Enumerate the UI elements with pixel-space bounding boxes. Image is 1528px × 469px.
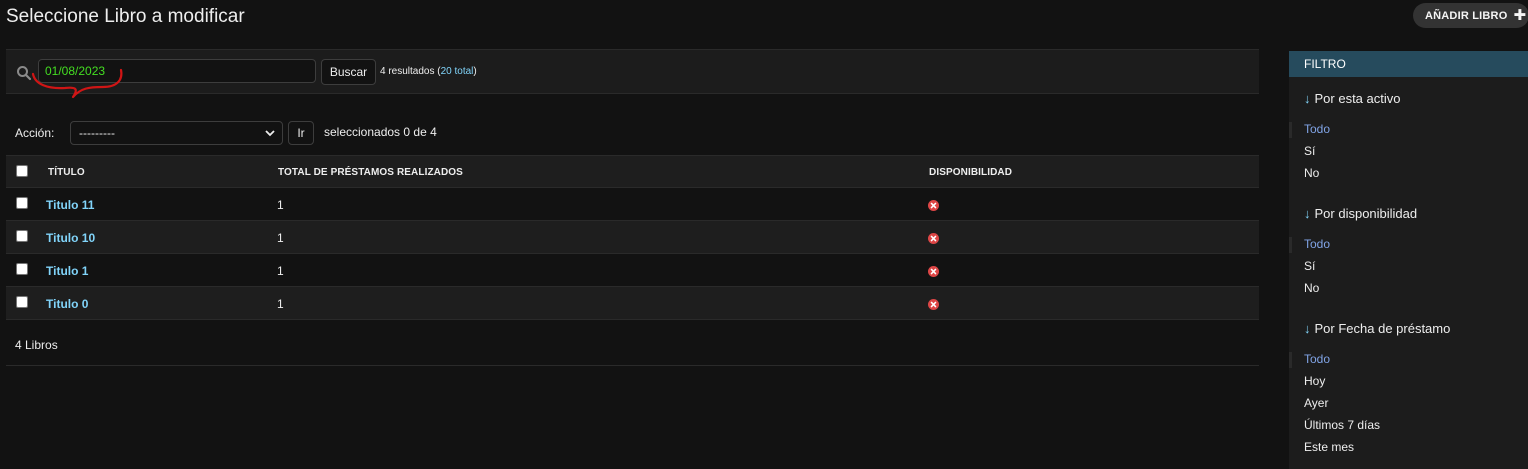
filter-option[interactable]: Sí [1304, 259, 1315, 273]
results-table: TÍTULO TOTAL DE PRÉSTAMOS REALIZADOS DIS… [6, 155, 1259, 320]
x-circle-icon [928, 233, 939, 244]
filter-section-label: Por disponibilidad [1314, 206, 1418, 221]
filter-header: FILTRO [1289, 51, 1528, 77]
results-count: 4 resultados (20 total) [380, 66, 477, 77]
book-title-link[interactable]: Titulo 1 [46, 264, 88, 278]
filter-option[interactable]: Todo [1304, 237, 1330, 251]
row-checkbox[interactable] [16, 296, 28, 308]
filter-panel: FILTRO ↓ Por esta activo Todo Sí No ↓ Por disp… [1289, 51, 1528, 469]
filter-option[interactable]: No [1304, 281, 1319, 295]
table-header: TÍTULO TOTAL DE PRÉSTAMOS REALIZADOS DIS… [6, 155, 1259, 188]
total-loans-value: 1 [277, 264, 284, 278]
table-row: Titulo 10 1 [6, 221, 1259, 254]
results-count-text: 4 resultados ( [380, 66, 441, 77]
selected-indicator [1289, 352, 1292, 368]
filter-option[interactable]: Ayer [1304, 396, 1328, 410]
page-title: Seleccione Libro a modificar [6, 6, 245, 27]
selected-indicator [1289, 122, 1292, 138]
filter-option[interactable]: Hoy [1304, 374, 1325, 388]
table-row: Titulo 11 1 [6, 188, 1259, 221]
total-loans-value: 1 [277, 198, 284, 212]
filter-option[interactable]: No [1304, 166, 1319, 180]
search-button[interactable]: Buscar [321, 59, 376, 85]
go-button[interactable]: Ir [288, 121, 314, 145]
action-selected-option: --------- [79, 126, 115, 140]
add-book-button[interactable]: AÑADIR LIBRO ✚ [1413, 3, 1528, 28]
column-header-title[interactable]: TÍTULO [48, 167, 85, 178]
arrow-down-icon: ↓ [1304, 91, 1311, 106]
filter-option[interactable]: Todo [1304, 122, 1330, 136]
book-title-link[interactable]: Titulo 10 [46, 231, 95, 245]
total-loans-value: 1 [277, 297, 284, 311]
plus-icon: ✚ [1513, 7, 1527, 24]
x-circle-icon [928, 299, 939, 310]
filter-section-title: ↓ Por Fecha de préstamo [1304, 321, 1450, 336]
results-count-close: ) [473, 66, 477, 77]
table-body: Titulo 11 1 Titulo 10 1 Titulo 1 1 Titulo 01 [6, 188, 1259, 320]
filter-option[interactable]: Todo [1304, 352, 1330, 366]
row-checkbox[interactable] [16, 197, 28, 209]
filter-section-label: Por esta activo [1314, 91, 1401, 106]
selected-indicator [1289, 237, 1292, 253]
table-row: Titulo 0 1 [6, 287, 1259, 320]
chevron-down-icon [265, 130, 275, 137]
select-all-checkbox[interactable] [16, 165, 28, 177]
x-circle-icon [928, 266, 939, 277]
search-toolbar: Buscar 4 resultados (20 total) [6, 49, 1259, 94]
add-book-label: AÑADIR LIBRO [1425, 9, 1508, 22]
filter-option[interactable]: Este mes [1304, 440, 1354, 454]
results-footer: 4 Libros [6, 323, 1259, 366]
filter-option[interactable]: Sí [1304, 144, 1315, 158]
arrow-down-icon: ↓ [1304, 321, 1311, 336]
table-row: Titulo 1 1 [6, 254, 1259, 287]
results-footer-count: 4 Libros [15, 338, 58, 352]
total-link[interactable]: 20 total [441, 66, 474, 77]
selected-count: seleccionados 0 de 4 [324, 125, 437, 139]
red-underline-annotation [31, 68, 123, 99]
filter-option[interactable]: Últimos 7 días [1304, 418, 1380, 432]
action-select[interactable]: --------- [70, 121, 283, 145]
row-checkbox[interactable] [16, 263, 28, 275]
book-title-link[interactable]: Titulo 0 [46, 297, 88, 311]
action-label: Acción: [15, 126, 55, 140]
total-loans-value: 1 [277, 231, 284, 245]
filter-section-title: ↓ Por esta activo [1304, 91, 1401, 106]
book-title-link[interactable]: Titulo 11 [46, 198, 94, 212]
filter-section-title: ↓ Por disponibilidad [1304, 206, 1417, 221]
row-checkbox[interactable] [16, 230, 28, 242]
filter-section-label: Por Fecha de préstamo [1314, 321, 1451, 336]
column-header-loans[interactable]: TOTAL DE PRÉSTAMOS REALIZADOS [278, 167, 463, 178]
x-circle-icon [928, 200, 939, 211]
column-header-availability[interactable]: DISPONIBILIDAD [929, 167, 1012, 178]
arrow-down-icon: ↓ [1304, 206, 1311, 221]
